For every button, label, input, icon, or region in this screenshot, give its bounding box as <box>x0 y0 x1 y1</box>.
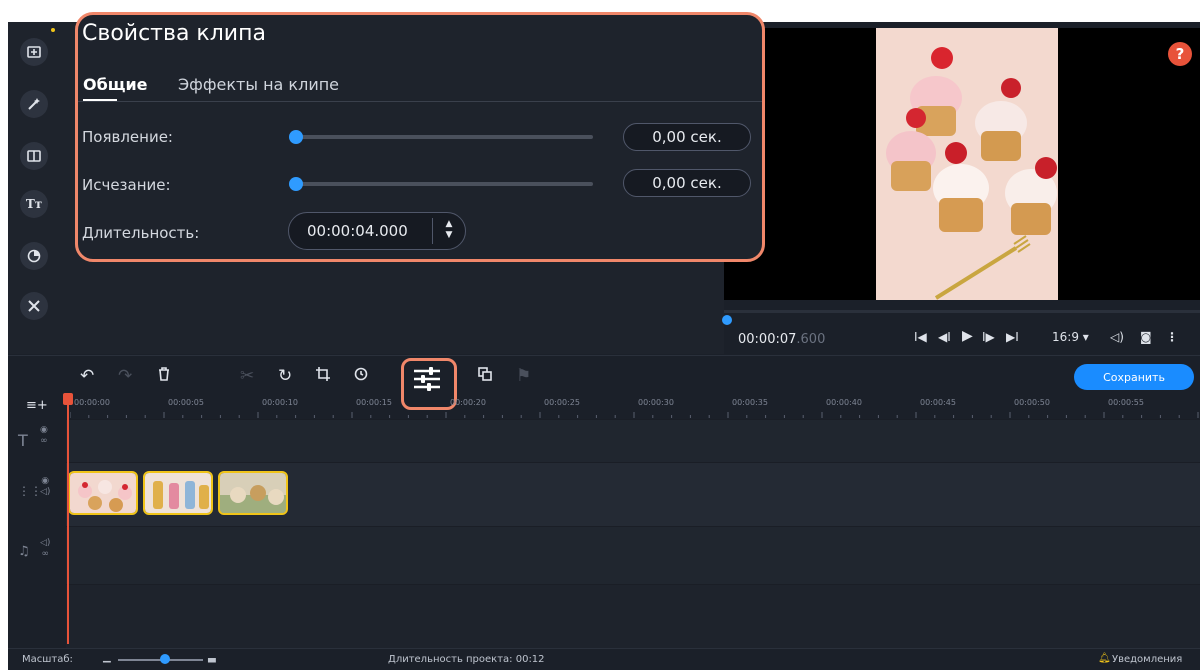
timeline-playhead[interactable] <box>67 394 69 644</box>
playhead-handle[interactable] <box>63 393 73 405</box>
ruler-label: 00:00:35 <box>732 398 768 407</box>
project-duration: Длительность проекта: 00:12 <box>388 654 545 665</box>
skip-start-icon[interactable]: I◀ <box>914 330 927 344</box>
ruler-label: 00:00:10 <box>262 398 298 407</box>
fade-in-value-field[interactable]: 0,00 сек. <box>623 123 751 151</box>
audio-track[interactable] <box>66 526 1200 585</box>
duration-field[interactable]: 00:00:04.000 ▲ ▼ <box>288 212 466 250</box>
audio-track-icon: ♫ <box>18 544 30 559</box>
text-track-icon: T <box>18 431 28 450</box>
fade-out-slider[interactable] <box>289 177 593 191</box>
fade-out-label: Исчезание: <box>82 176 171 194</box>
tab-clip-effects[interactable]: Эффекты на клипе <box>178 75 339 94</box>
tabs-divider <box>78 101 762 102</box>
duration-label: Длительность: <box>82 224 200 242</box>
aspect-ratio-select[interactable]: 16:9 ▾ <box>1052 330 1089 344</box>
audio-track-header: ♫ ◁) ∞ <box>8 526 66 584</box>
more-menu-icon[interactable]: ⋮ <box>1166 330 1178 344</box>
save-button[interactable]: Сохранить <box>1074 364 1194 390</box>
preview-progress-knob[interactable] <box>722 315 732 325</box>
timecode-ms: .600 <box>796 332 826 347</box>
marker-flag-icon[interactable]: ⚑ <box>516 366 531 386</box>
play-icon[interactable]: ▶ <box>962 328 973 344</box>
crop-icon[interactable] <box>316 366 330 386</box>
rotate-icon[interactable]: ↻ <box>278 366 292 386</box>
stickers-icon[interactable] <box>20 242 48 270</box>
ruler-label: 00:00:40 <box>826 398 862 407</box>
preview-controls: 00:00:07.600 I◀ ◀I ▶ I▶ ▶I 16:9 ▾ ◁) ◙ ⋮ <box>722 300 1200 354</box>
ruler-label: 00:00:55 <box>1108 398 1144 407</box>
filters-magic-wand-icon[interactable] <box>20 90 48 118</box>
video-track-visibility-icon[interactable]: ◉ ◁) <box>40 476 50 498</box>
more-tools-icon[interactable] <box>20 292 48 320</box>
audio-track-mute-icon[interactable]: ◁) ∞ <box>40 538 50 560</box>
fade-in-slider[interactable] <box>289 130 593 144</box>
editing-toolbar: ↶ ↷ ✂ ↻ ⚑ Сохранить <box>8 355 1200 410</box>
ruler-label: 00:00:30 <box>638 398 674 407</box>
fade-in-slider-knob[interactable] <box>289 130 303 144</box>
clip-speed-icon[interactable] <box>354 366 368 386</box>
redo-icon[interactable]: ↷ <box>118 366 132 386</box>
video-track-icon: ⋮⋮ <box>18 484 42 498</box>
timeline-clip-3[interactable] <box>218 471 288 515</box>
overlay-icon[interactable] <box>478 366 492 386</box>
video-preview <box>724 28 1200 300</box>
tab-general[interactable]: Общие <box>83 75 148 94</box>
video-track-header: ⋮⋮ ◉ ◁) <box>8 462 66 526</box>
ruler-label: 00:00:25 <box>544 398 580 407</box>
import-files-icon[interactable] <box>20 38 48 66</box>
ruler-label: 00:00:05 <box>168 398 204 407</box>
timeline-clip-1[interactable] <box>68 471 138 515</box>
skip-end-icon[interactable]: ▶I <box>1006 330 1019 344</box>
notifications-bell-icon[interactable]: 🔔︎ <box>1098 653 1111 664</box>
fade-out-value-field[interactable]: 0,00 сек. <box>623 169 751 197</box>
text-track-visibility-icon[interactable]: ◉ ∞ <box>40 425 48 447</box>
add-track-icon[interactable]: ≡+ <box>26 398 48 413</box>
clip-properties-panel: Свойства клипа Общие Эффекты на клипе По… <box>75 12 765 262</box>
frame-forward-icon[interactable]: I▶ <box>982 330 995 344</box>
ruler-ticks <box>70 412 1199 418</box>
duration-spinner-icon[interactable]: ▲ ▼ <box>439 219 459 243</box>
zoom-out-icon[interactable]: ▁ <box>103 652 111 663</box>
help-button[interactable]: ? <box>1168 42 1192 66</box>
ruler-label: 00:00:45 <box>920 398 956 407</box>
duration-value[interactable]: 00:00:04.000 <box>307 222 408 240</box>
timeline-ruler[interactable]: ≡+ 00:00:00 00:00:05 00:00:10 00:00:15 00:00… <box>8 396 1200 418</box>
tool-sidebar: Tт <box>8 22 67 354</box>
preview-timecode: 00:00:07.600 <box>738 332 825 347</box>
duration-separator <box>432 218 433 244</box>
empty-track-area[interactable] <box>66 584 1200 649</box>
cut-scissors-icon[interactable]: ✂ <box>240 366 254 386</box>
frame-back-icon[interactable]: ◀I <box>938 330 951 344</box>
ruler-label: 00:00:20 <box>450 398 486 407</box>
zoom-in-icon[interactable]: ▃ <box>208 652 216 663</box>
timeline-clip-2[interactable] <box>143 471 213 515</box>
new-indicator-dot <box>51 28 55 32</box>
snapshot-camera-icon[interactable]: ◙ <box>1140 330 1152 344</box>
titles-icon[interactable]: Tт <box>20 190 48 218</box>
preview-progress-track[interactable] <box>722 310 1200 325</box>
zoom-slider-knob[interactable] <box>160 654 170 664</box>
ruler-label: 00:00:00 <box>74 398 110 407</box>
volume-icon[interactable]: ◁) <box>1110 330 1124 344</box>
timecode-main: 00:00:07 <box>738 332 797 347</box>
panel-title: Свойства клипа <box>82 21 266 46</box>
transitions-icon[interactable] <box>20 142 48 170</box>
fade-in-label: Появление: <box>82 128 173 146</box>
undo-icon[interactable]: ↶ <box>80 366 94 386</box>
ruler-label: 00:00:15 <box>356 398 392 407</box>
preview-image-cupcakes <box>876 28 1058 300</box>
delete-trash-icon[interactable] <box>158 366 170 386</box>
status-bar: Масштаб: ▁ ▃ Длительность проекта: 00:12… <box>8 648 1200 670</box>
fade-out-slider-knob[interactable] <box>289 177 303 191</box>
notifications-link[interactable]: Уведомления <box>1112 654 1182 665</box>
ruler-label: 00:00:50 <box>1014 398 1050 407</box>
zoom-label: Масштаб: <box>22 654 73 665</box>
